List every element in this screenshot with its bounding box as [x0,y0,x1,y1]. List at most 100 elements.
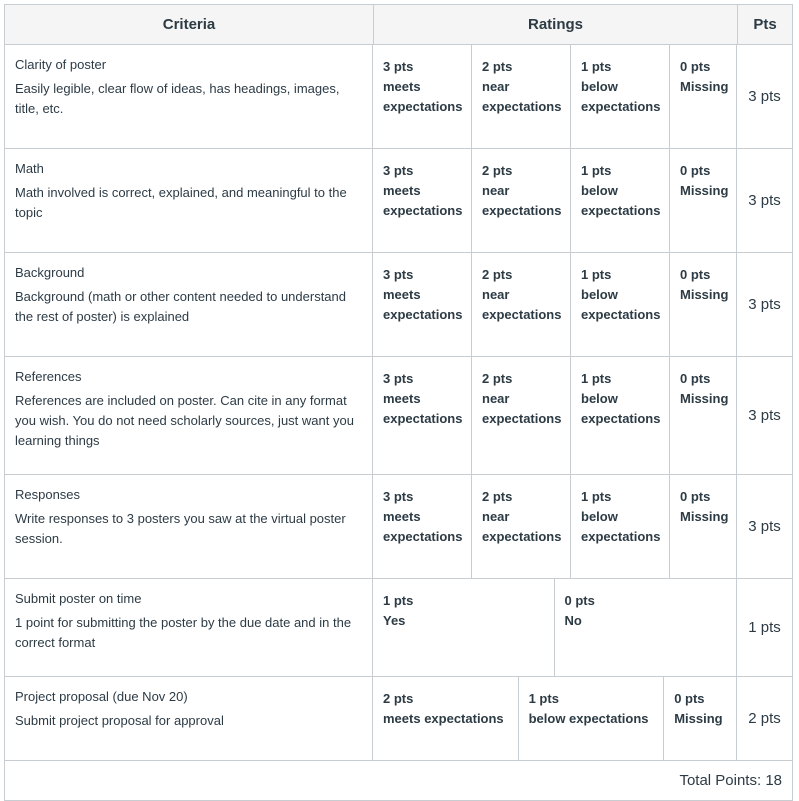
rating-label: near expectations [482,509,562,544]
rating-points: 0 pts [564,593,595,608]
rating-option[interactable]: 2 pts near expectations [472,149,571,252]
rating-option[interactable]: 1 pts below expectations [571,475,670,578]
criterion-title: Math [15,161,44,176]
criterion-description: Easily legible, clear flow of ideas, has… [15,81,340,116]
rating-option[interactable]: 3 pts meets expectations [373,357,472,474]
rating-option[interactable]: 1 pts below expectations [571,149,670,252]
rating-label: near expectations [482,79,562,114]
ratings-cell: 3 pts meets expectations 2 pts near expecta… [373,357,737,474]
rating-points: 2 pts [482,163,513,178]
rating-points: 0 pts [674,691,705,706]
criterion-cell: Math Math involved is correct, explained,… [5,149,373,252]
rating-label: Yes [383,613,406,628]
rating-option[interactable]: 0 pts Missing [670,45,737,148]
criterion-row: Project proposal (due Nov 20) Submit proj… [5,677,792,761]
rating-points: 0 pts [680,267,711,282]
rating-option[interactable]: 3 pts meets expectations [373,475,472,578]
rating-points: 1 pts [581,163,612,178]
rubric-header: Criteria Ratings Pts [5,5,792,45]
rating-option[interactable]: 0 pts Missing [664,677,736,760]
ratings-cell: 3 pts meets expectations 2 pts near expecta… [373,475,737,578]
rating-label: No [564,613,582,628]
rating-option[interactable]: 0 pts Missing [670,475,737,578]
rating-points: 2 pts [482,489,513,504]
rating-points: 3 pts [383,163,414,178]
rating-points: 0 pts [680,489,711,504]
rating-points: 1 pts [383,593,414,608]
criterion-cell: Background Background (math or other cont… [5,253,373,356]
criterion-title: Background [15,265,85,280]
rating-option[interactable]: 1 pts below expectations [571,357,670,474]
rating-label: below expectations [581,391,661,426]
rating-points: 3 pts [383,371,414,386]
rubric-rows: Clarity of poster Easily legible, clear f… [5,45,792,761]
rating-option[interactable]: 1 pts Yes [373,579,555,676]
rating-option[interactable]: 1 pts below expectations [571,253,670,356]
criterion-description: 1 point for submitting the poster by the… [15,615,352,650]
rating-label: near expectations [482,287,562,322]
rubric-table: Criteria Ratings Pts Clarity of poster Ea… [4,4,793,801]
rating-label: below expectations [528,711,649,726]
rating-option[interactable]: 0 pts Missing [670,357,737,474]
ratings-header: Ratings [374,5,738,44]
rating-points: 2 pts [383,691,414,706]
rating-points: 3 pts [383,267,414,282]
rating-points: 1 pts [528,691,559,706]
criteria-header: Criteria [5,5,374,44]
criterion-points: 2 pts [748,710,781,727]
criterion-description: Background (math or other content needed… [15,289,346,324]
rating-option[interactable]: 1 pts below expectations [519,677,665,760]
rating-label: Missing [674,711,723,726]
criterion-row: Submit poster on time 1 point for submitt… [5,579,792,677]
criterion-title: Responses [15,487,81,502]
criterion-row: Responses Write responses to 3 posters yo… [5,475,792,579]
rating-points: 3 pts [383,489,414,504]
criterion-row: References References are included on pos… [5,357,792,475]
criterion-description: Math involved is correct, explained, and… [15,185,347,220]
rating-points: 2 pts [482,267,513,282]
rating-option[interactable]: 3 pts meets expectations [373,149,472,252]
rating-label: meets expectations [383,183,463,218]
rating-label: meets expectations [383,79,463,114]
criterion-row: Background Background (math or other cont… [5,253,792,357]
rating-label: meets expectations [383,509,463,544]
rating-option[interactable]: 2 pts near expectations [472,475,571,578]
ratings-cell: 3 pts meets expectations 2 pts near expecta… [373,149,737,252]
rating-label: below expectations [581,183,661,218]
rating-points: 1 pts [581,59,612,74]
rating-points: 2 pts [482,371,513,386]
rating-option[interactable]: 2 pts meets expectations [373,677,519,760]
criterion-points: 3 pts [748,407,781,424]
ratings-cell: 2 pts meets expectations 1 pts below expect… [373,677,737,760]
rating-label: Missing [680,287,729,302]
rating-label: below expectations [581,287,661,322]
rating-option[interactable]: 3 pts meets expectations [373,253,472,356]
criterion-points: 3 pts [748,518,781,535]
pts-header: Pts [753,16,777,33]
criterion-cell: Clarity of poster Easily legible, clear f… [5,45,373,148]
rating-option[interactable]: 1 pts below expectations [571,45,670,148]
criterion-points: 3 pts [748,192,781,209]
ratings-cell: 3 pts meets expectations 2 pts near expecta… [373,45,737,148]
rating-points: 0 pts [680,371,711,386]
rating-option[interactable]: 2 pts near expectations [472,357,571,474]
rating-option[interactable]: 2 pts near expectations [472,253,571,356]
rating-option[interactable]: 3 pts meets expectations [373,45,472,148]
rating-option[interactable]: 2 pts near expectations [472,45,571,148]
criterion-cell: Project proposal (due Nov 20) Submit proj… [5,677,373,760]
rating-label: Missing [680,79,729,94]
rating-option[interactable]: 0 pts Missing [670,253,737,356]
rating-label: below expectations [581,79,661,114]
criterion-title: References [15,369,82,384]
ratings-cell: 1 pts Yes 0 pts No [373,579,737,676]
rating-option[interactable]: 0 pts Missing [670,149,737,252]
rating-option[interactable]: 0 pts No [555,579,737,676]
criterion-description: Submit project proposal for approval [15,713,224,728]
rating-label: meets expectations [383,711,504,726]
rating-points: 1 pts [581,489,612,504]
rating-points: 0 pts [680,163,711,178]
rating-label: near expectations [482,391,562,426]
criterion-description: References are included on poster. Can c… [15,393,354,448]
rating-points: 2 pts [482,59,513,74]
criterion-title: Project proposal (due Nov 20) [15,689,188,704]
